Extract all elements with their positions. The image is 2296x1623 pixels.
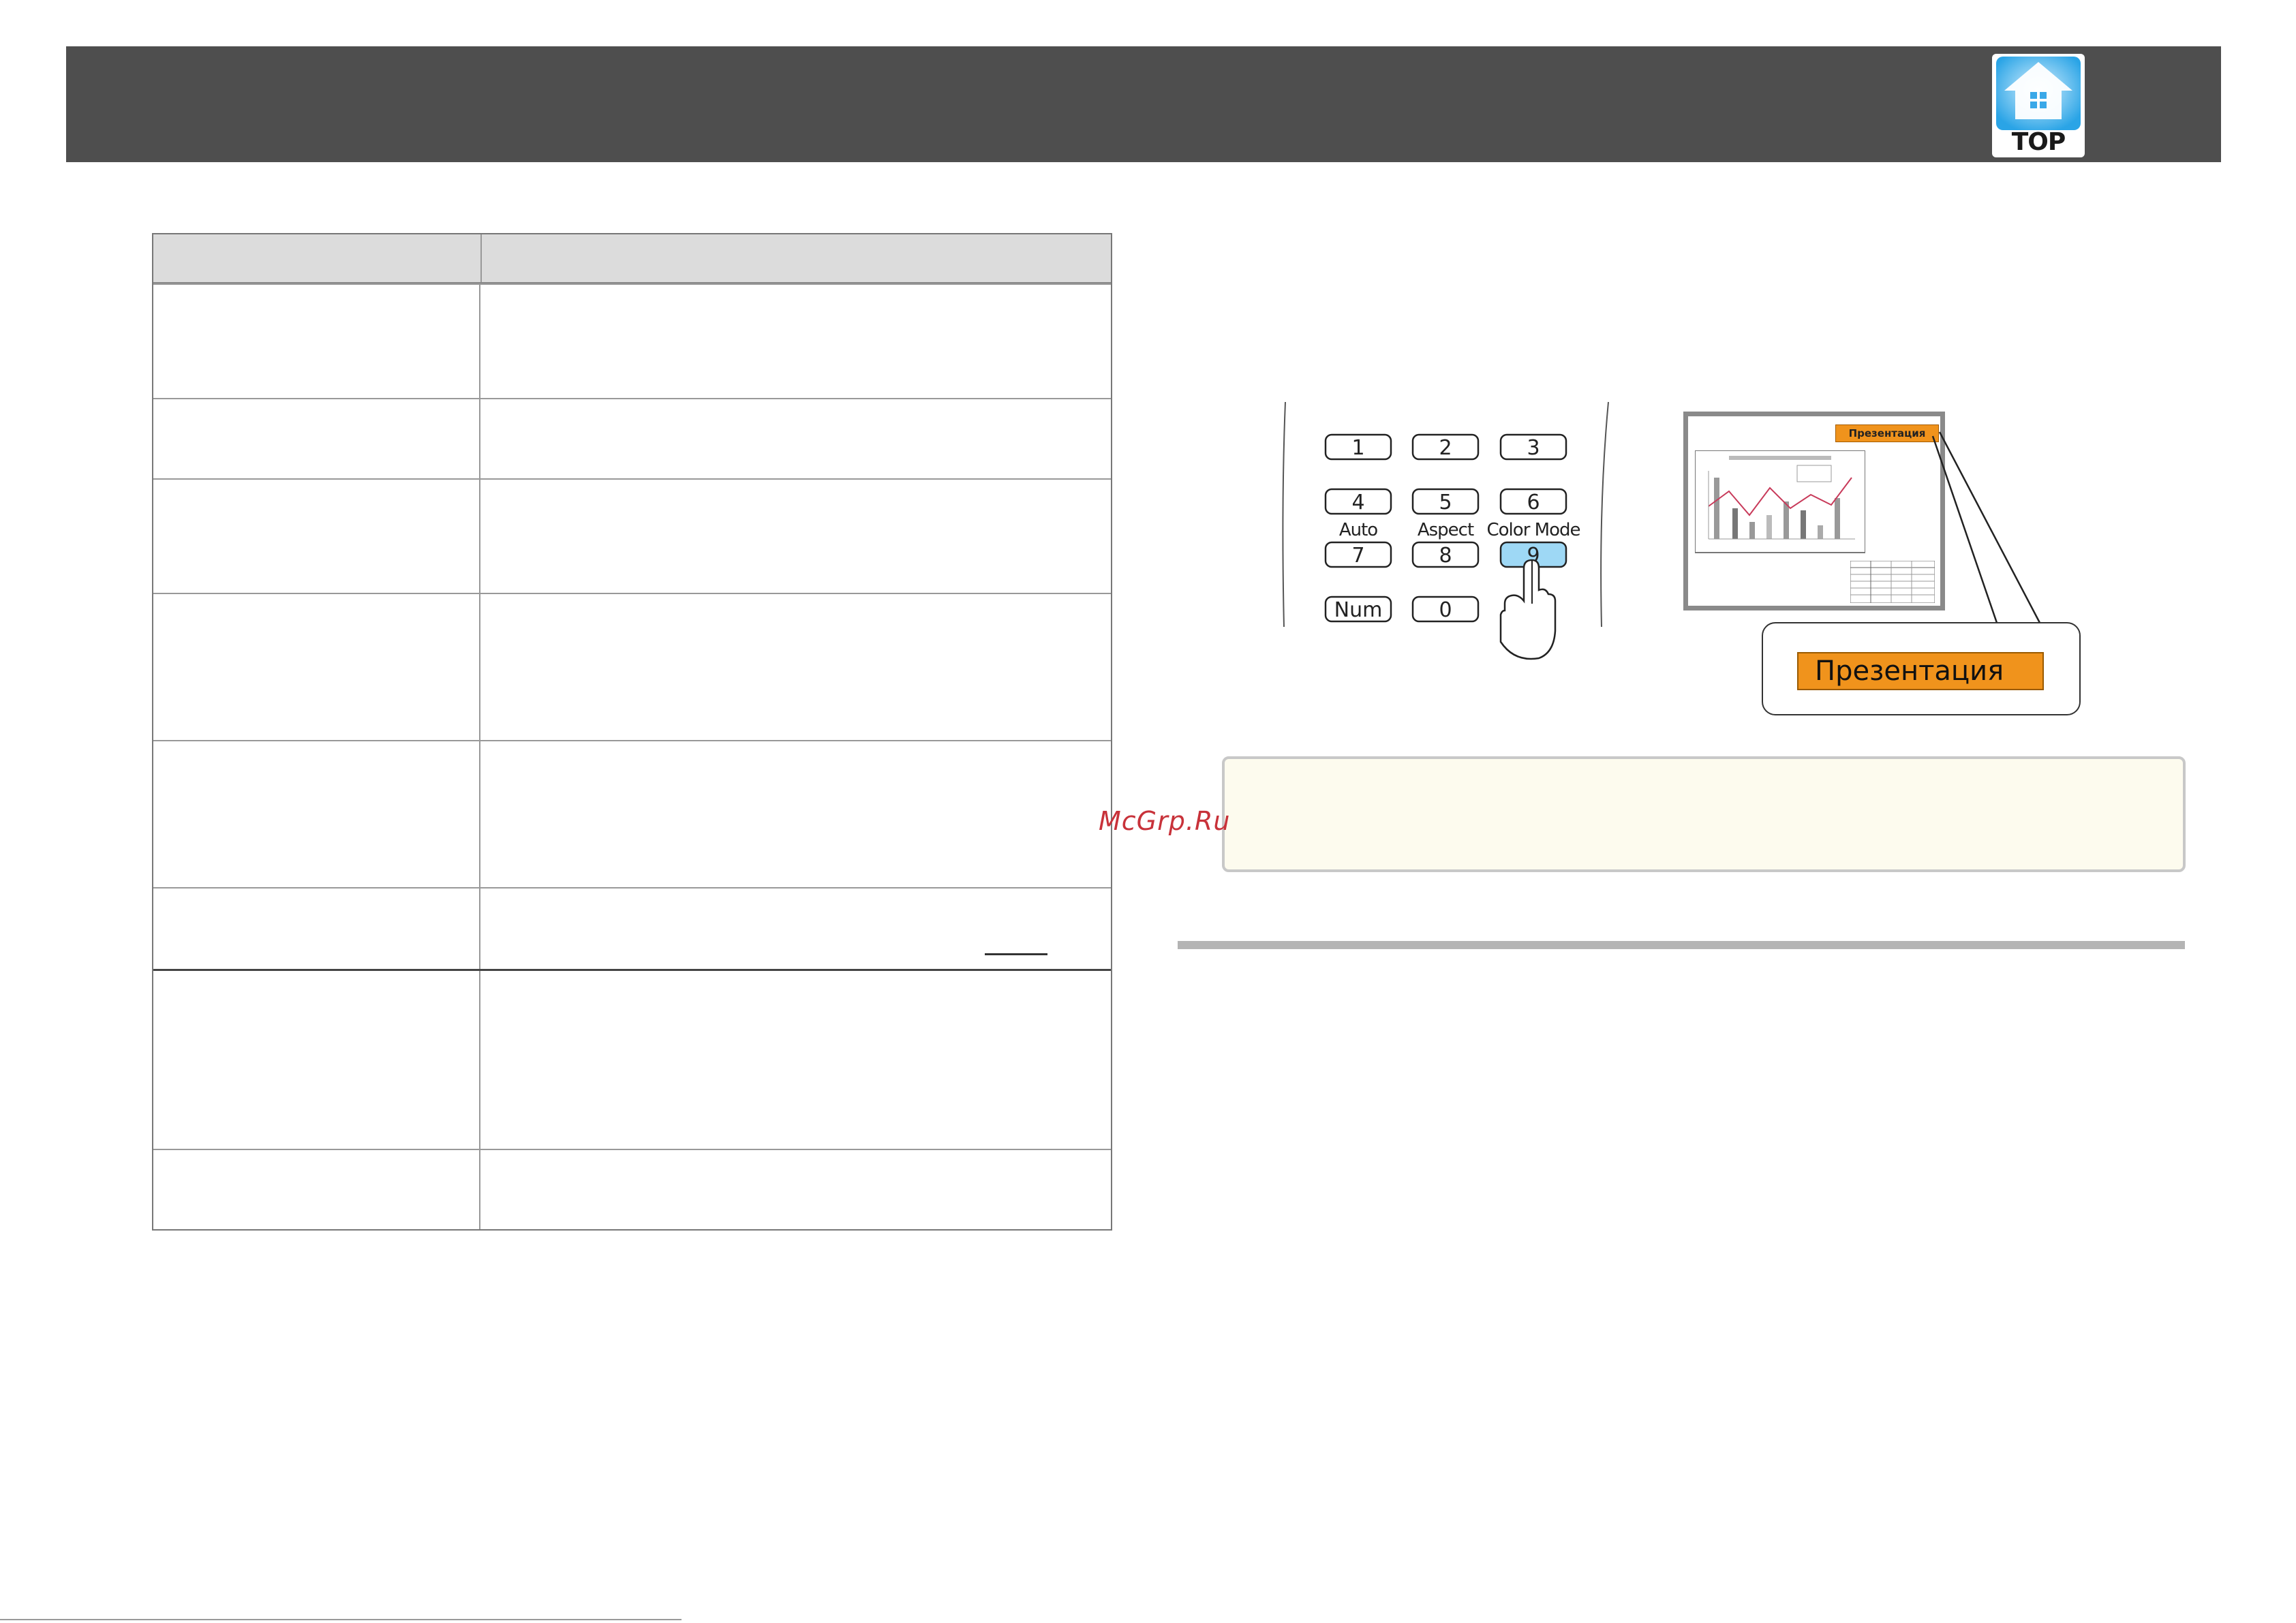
table-cell [480, 1150, 1111, 1229]
table-cell [153, 971, 480, 1149]
key-label: 1 [1351, 436, 1364, 460]
table-cell [153, 888, 480, 969]
color-mode-badge: Презентация [1835, 424, 1939, 442]
link-underline[interactable] [985, 953, 1047, 955]
key-8[interactable]: 8 [1411, 541, 1480, 568]
key-3[interactable]: 3 [1499, 433, 1567, 461]
key-caption-aspect: Aspect [1418, 520, 1474, 540]
table-header [153, 234, 1111, 283]
key-2[interactable]: 2 [1411, 433, 1480, 461]
projected-screen: Презентация [1683, 412, 1945, 610]
table-row [153, 593, 1111, 740]
table-cell [153, 594, 480, 740]
top-label: TOP [2011, 128, 2066, 156]
color-mode-label: Презентация [1797, 652, 2044, 690]
color-mode-callout: Презентация [1762, 622, 2081, 715]
table-cell [480, 971, 1111, 1149]
table-row [153, 887, 1111, 969]
key-5[interactable]: 5 [1411, 488, 1480, 515]
pointing-hand-icon [1499, 559, 1557, 660]
table-cell [480, 399, 1111, 478]
table-cell [480, 888, 1111, 969]
top-button[interactable]: TOP [1992, 54, 2085, 157]
house-icon [1996, 57, 2081, 130]
header-bar [66, 46, 2221, 162]
table-row [153, 478, 1111, 593]
key-4[interactable]: 4 [1324, 488, 1392, 515]
key-label: Num [1334, 598, 1383, 622]
table-row [153, 1149, 1111, 1229]
key-num[interactable]: Num [1324, 596, 1392, 623]
key-7[interactable]: 7 [1324, 541, 1392, 568]
sample-data-table-thumbnail [1850, 561, 1935, 603]
sample-chart-thumbnail [1695, 450, 1865, 553]
key-caption-color-mode: Color Mode [1487, 520, 1580, 540]
section-divider [1178, 941, 2185, 949]
table-cell [153, 1150, 480, 1229]
key-1[interactable]: 1 [1324, 433, 1392, 461]
table-cell [480, 285, 1111, 398]
table-row [153, 969, 1111, 1149]
key-6[interactable]: 6 [1499, 488, 1567, 515]
table-cell [480, 741, 1111, 887]
key-label: 8 [1439, 544, 1452, 568]
key-label: 2 [1439, 436, 1452, 460]
note-box [1222, 756, 2186, 872]
settings-table [152, 233, 1112, 1231]
key-label: 4 [1351, 491, 1364, 514]
key-caption-auto: Auto [1339, 520, 1377, 540]
remote-control-illustration: 1 2 3 4 5 6 Auto Aspect Color Mode 7 8 9… [1268, 401, 1615, 660]
table-row [153, 283, 1111, 398]
key-label: 7 [1351, 544, 1364, 568]
table-row [153, 398, 1111, 478]
watermark: McGrp.Ru [1099, 806, 1231, 836]
key-0[interactable]: 0 [1411, 596, 1480, 623]
table-header-cell [153, 234, 482, 282]
table-cell [480, 480, 1111, 593]
table-cell [153, 741, 480, 887]
key-label: 3 [1527, 436, 1540, 460]
table-row [153, 740, 1111, 887]
footer-rule [0, 1619, 682, 1620]
key-label: 0 [1439, 598, 1452, 622]
table-cell [153, 285, 480, 398]
key-label: 6 [1527, 491, 1540, 514]
table-cell [153, 480, 480, 593]
key-label: 5 [1439, 491, 1452, 514]
table-cell [480, 594, 1111, 740]
table-cell [153, 399, 480, 478]
